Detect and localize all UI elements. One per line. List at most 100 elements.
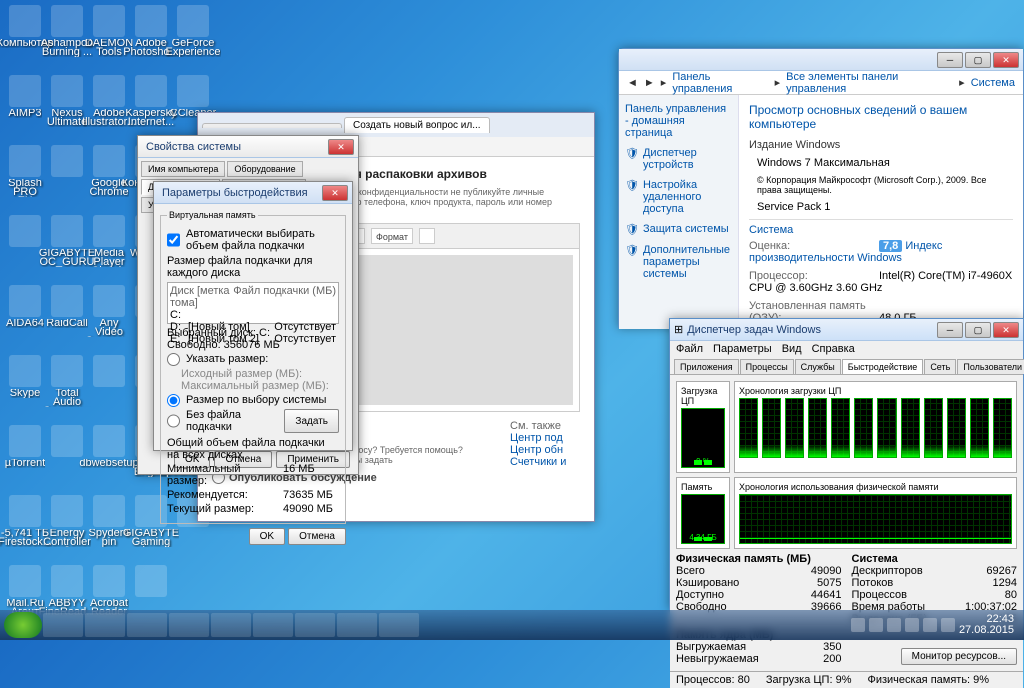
shield-icon: 🛡 <box>625 179 639 215</box>
cpu-core-graph <box>808 398 827 458</box>
cancel-button[interactable]: Отмена <box>288 528 346 545</box>
menu-item[interactable]: Справка <box>812 343 855 355</box>
tray-icon[interactable] <box>905 618 919 632</box>
close-button[interactable]: ✕ <box>993 322 1019 338</box>
taskbar-item[interactable] <box>379 613 419 637</box>
taskbar-item[interactable] <box>211 613 251 637</box>
control-panel-window: ─▢✕ ◄► ▸Панель управления ▸Все элементы … <box>618 48 1024 328</box>
ok-button[interactable]: OK <box>249 528 285 545</box>
desktop-icon[interactable]: Media Player Classic (x64) <box>89 215 129 267</box>
desktop-icon[interactable]: AIMP3 <box>5 75 45 127</box>
desktop-icon[interactable]: Any Video Convert... <box>89 285 129 337</box>
browser-tab-2[interactable]: Создать новый вопрос ил... <box>344 117 490 133</box>
vm-legend: Виртуальная память <box>167 210 258 220</box>
protection-link[interactable]: 🛡Защита системы <box>625 223 732 236</box>
desktop-icon[interactable]: Energy Controller 2 <box>47 495 87 547</box>
desktop-icon[interactable]: Skype <box>5 355 45 407</box>
back-icon[interactable]: ◄ <box>627 77 638 89</box>
tray-icon[interactable] <box>923 618 937 632</box>
tray-icon[interactable] <box>869 618 883 632</box>
tm-tab[interactable]: Процессы <box>740 359 794 374</box>
breadcrumb[interactable]: Система <box>971 77 1015 89</box>
menu-item[interactable]: Параметры <box>713 343 772 355</box>
sp-tab[interactable]: Имя компьютера <box>141 161 225 177</box>
desktop-icon[interactable]: Ashampoo Burning ... <box>47 5 87 57</box>
tray-icon[interactable] <box>941 618 955 632</box>
shield-icon: 🛡 <box>625 244 639 280</box>
no-pagefile-radio[interactable] <box>167 409 180 433</box>
side-link[interactable]: Центр под <box>510 432 580 444</box>
tm-tab[interactable]: Быстродействие <box>842 359 924 374</box>
menu-item[interactable]: Вид <box>782 343 802 355</box>
system-size-radio[interactable] <box>167 394 180 407</box>
windows-edition: Windows 7 Максимальная <box>749 157 1013 169</box>
custom-size-radio[interactable] <box>167 353 180 366</box>
start-button[interactable] <box>4 612 42 638</box>
taskbar-item[interactable] <box>337 613 377 637</box>
set-button[interactable]: Задать <box>284 409 339 433</box>
desktop-icon[interactable]: GeForce Experience <box>173 5 213 57</box>
tray-icon[interactable] <box>851 618 865 632</box>
desktop-icon[interactable]: Splash PRO EX <box>5 145 45 197</box>
desktop-icon[interactable]: Google Chrome <box>89 145 129 197</box>
minimize-button[interactable]: ─ <box>937 52 963 68</box>
desktop-icon[interactable]: Nexus Ultimate <box>47 75 87 127</box>
desktop-icon[interactable]: AIDA64 <box>5 285 45 337</box>
po-title: Параметры быстродействия <box>158 187 322 199</box>
desktop-icon[interactable]: dbwebsetup <box>89 425 129 477</box>
taskbar-item[interactable] <box>295 613 335 637</box>
taskbar-item[interactable] <box>127 613 167 637</box>
tm-tab[interactable]: Пользователи <box>957 359 1024 374</box>
sp-tab[interactable]: Оборудование <box>227 161 302 177</box>
tm-tab[interactable]: Приложения <box>674 359 739 374</box>
minimize-button[interactable]: ─ <box>937 322 963 338</box>
desktop-icon[interactable]: Kaspersky Internet... <box>131 75 171 127</box>
breadcrumb[interactable]: Панель управления <box>672 71 768 95</box>
desktop-icon[interactable]: Total Audio Converter <box>47 355 87 407</box>
side-link[interactable]: Счетчики и <box>510 456 580 468</box>
taskbar-item[interactable] <box>253 613 293 637</box>
maximize-button[interactable]: ▢ <box>965 52 991 68</box>
side-link[interactable]: Центр обн <box>510 444 580 456</box>
desktop-icon[interactable] <box>47 145 87 197</box>
desktop-icon[interactable]: GIGABYTE OC_GURU <box>47 215 87 267</box>
advanced-link[interactable]: 🛡Дополнительные параметры системы <box>625 244 732 280</box>
disk-list[interactable]: Диск [метка тома]Файл подкачки (МБ) C:D:… <box>167 282 339 324</box>
tm-tab[interactable]: Службы <box>795 359 841 374</box>
desktop-icon[interactable]: RaidCall <box>47 285 87 337</box>
close-button[interactable]: ✕ <box>322 185 348 201</box>
desktop-icon[interactable] <box>47 425 87 477</box>
breadcrumb[interactable]: Все элементы панели управления <box>786 71 953 95</box>
desktop-icon[interactable]: µTorrent <box>5 425 45 477</box>
maximize-button[interactable]: ▢ <box>965 322 991 338</box>
taskbar-item[interactable] <box>85 613 125 637</box>
tm-tab[interactable]: Сеть <box>924 359 956 374</box>
desktop-icon[interactable]: Компьютер <box>5 5 45 57</box>
close-button[interactable]: ✕ <box>993 52 1019 68</box>
taskbar-item[interactable] <box>43 613 83 637</box>
wpi-score: 7,8 <box>879 240 902 252</box>
cpu-core-graph <box>739 398 758 458</box>
desktop-icon[interactable]: -5,741 ТБ Firestock... <box>5 495 45 547</box>
cp-home-link[interactable]: Панель управления - домашняя страница <box>625 103 732 139</box>
sp-title: Свойства системы <box>142 141 328 153</box>
remote-link[interactable]: 🛡Настройка удаленного доступа <box>625 179 732 215</box>
desktop-icon[interactable] <box>89 355 129 407</box>
fwd-icon[interactable]: ► <box>644 77 655 89</box>
menu-item[interactable]: Файл <box>676 343 703 355</box>
app-icon: ⊞ <box>674 323 683 336</box>
system-heading: Система <box>749 219 1013 236</box>
mem-history-label: Хронология использования физической памя… <box>739 482 1012 492</box>
address-bar[interactable]: ◄► ▸Панель управления ▸Все элементы пане… <box>619 71 1023 95</box>
devmgr-link[interactable]: 🛡Диспетчер устройств <box>625 147 732 171</box>
browser-tab-1[interactable] <box>202 123 342 128</box>
tray-icon[interactable] <box>887 618 901 632</box>
taskbar-item[interactable] <box>169 613 209 637</box>
auto-pagefile-check[interactable] <box>167 228 180 252</box>
desktop-icon[interactable]: Adobe Illustrator... <box>89 75 129 127</box>
clock[interactable]: 22:4327.08.2015 <box>959 614 1014 636</box>
close-button[interactable]: ✕ <box>328 139 354 155</box>
resource-monitor-button[interactable]: Монитор ресурсов... <box>901 648 1017 665</box>
cp-heading: Просмотр основных сведений о вашем компь… <box>749 103 1013 131</box>
cpu-core-graph <box>762 398 781 458</box>
